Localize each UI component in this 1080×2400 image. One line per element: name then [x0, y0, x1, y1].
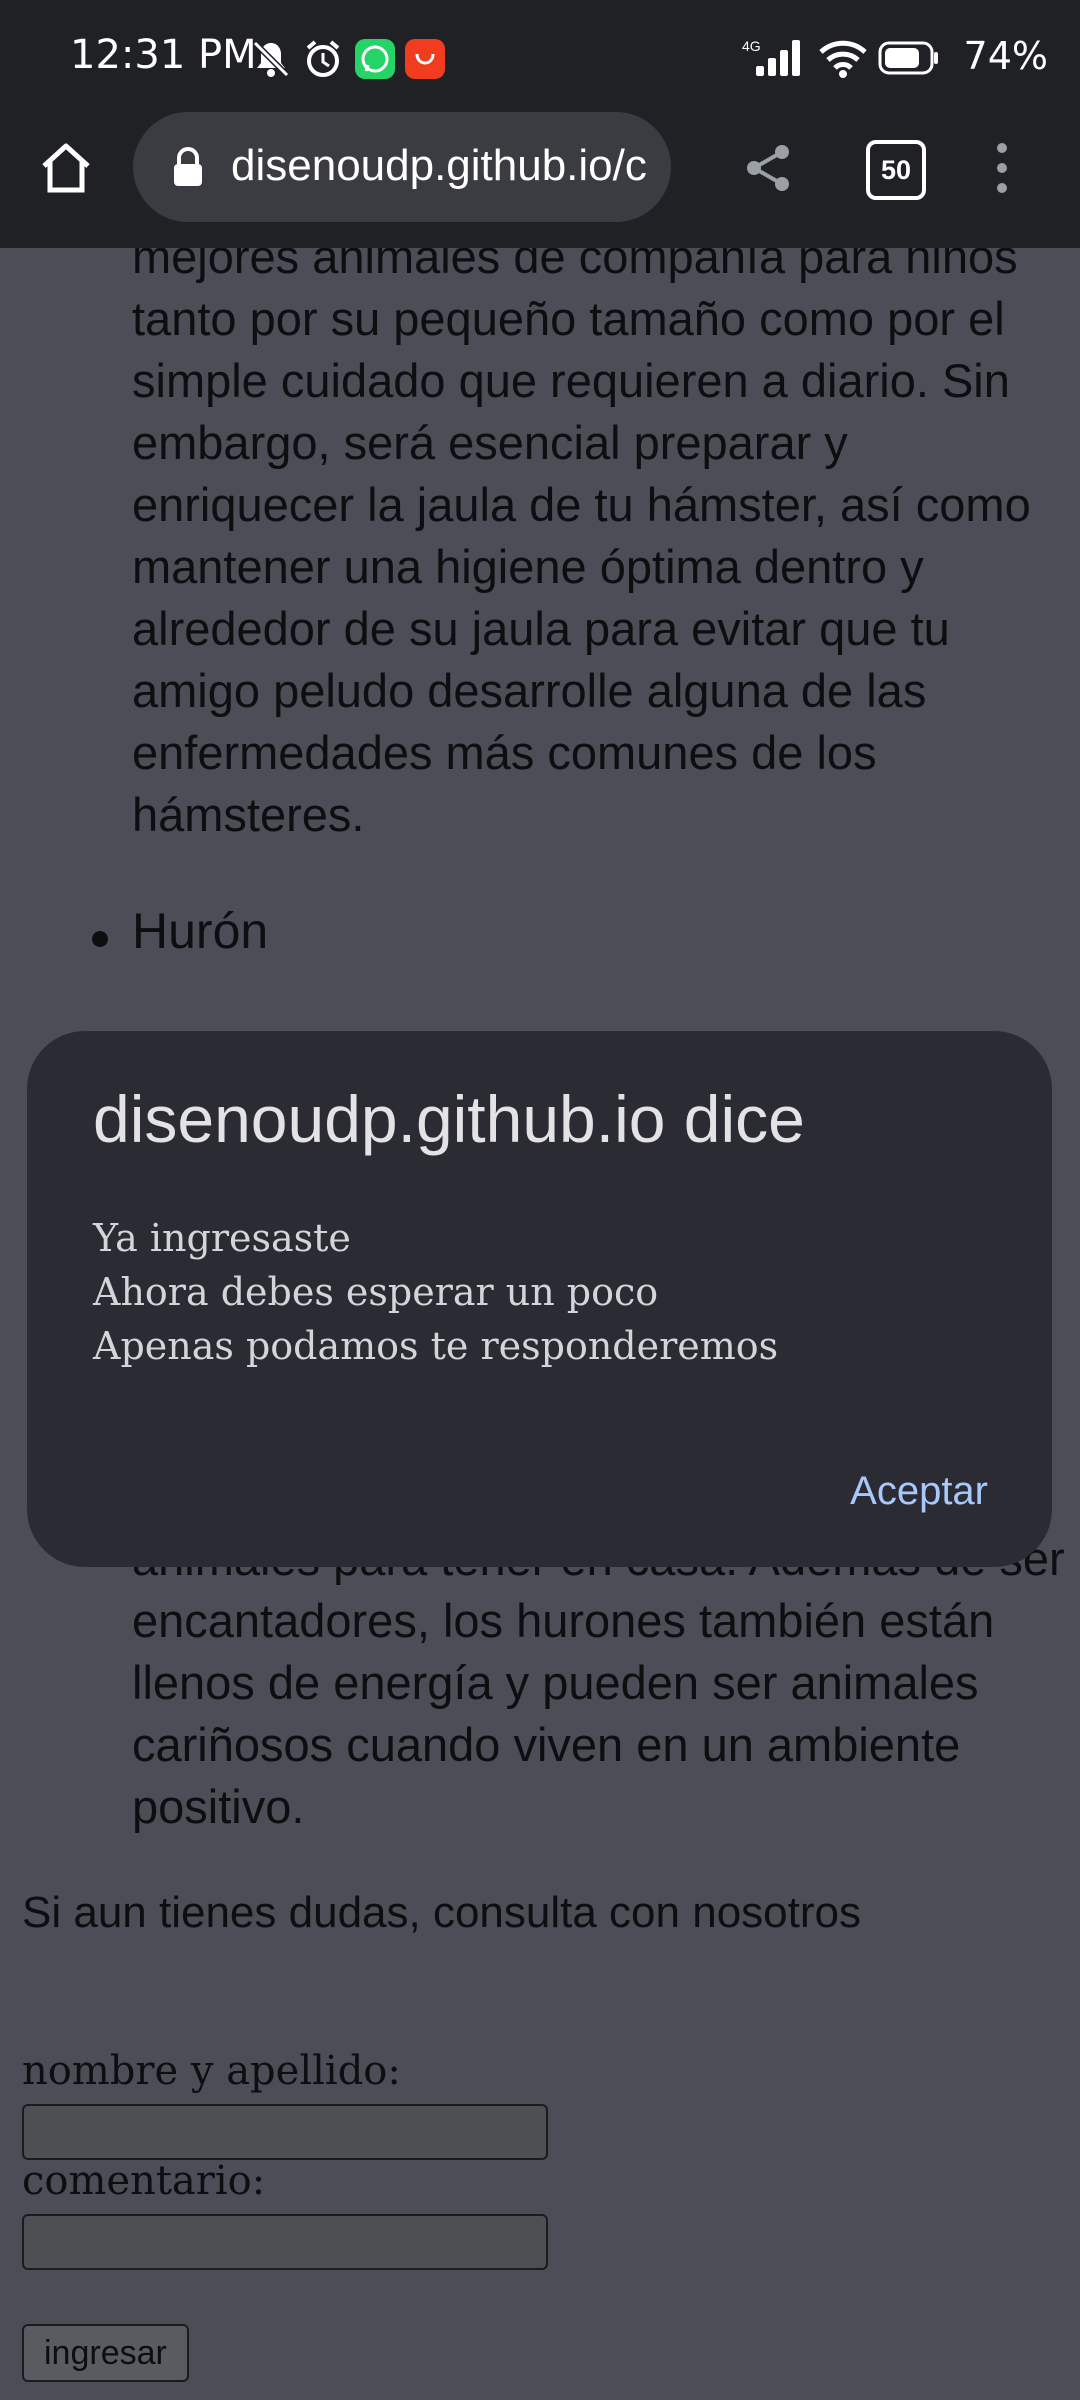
- tabs-button[interactable]: 50: [866, 140, 926, 200]
- alert-dialog: disenoudp.github.io dice Ya ingresaste A…: [27, 1031, 1052, 1567]
- comment-label: comentario:: [22, 2158, 266, 2204]
- signal-icon: [756, 40, 800, 76]
- more-menu-icon[interactable]: [990, 140, 1014, 196]
- dialog-message-line: Apenas podamos te responderemos: [93, 1324, 779, 1368]
- paragraph-hamster: mejores animales de compañía para niños …: [132, 248, 1031, 841]
- shopping-app-icon: [405, 39, 445, 79]
- dialog-title: disenoudp.github.io dice: [93, 1082, 805, 1156]
- battery-percent: 74%: [963, 34, 1048, 78]
- name-label: nombre y apellido:: [22, 2048, 401, 2094]
- submit-button[interactable]: ingresar: [22, 2324, 189, 2382]
- url-text[interactable]: disenoudp.github.io/c: [231, 141, 651, 191]
- home-icon[interactable]: [38, 140, 94, 196]
- address-bar[interactable]: disenoudp.github.io/c: [133, 112, 671, 222]
- accept-button[interactable]: Aceptar: [850, 1469, 988, 1514]
- mute-icon: [252, 40, 290, 78]
- lock-icon[interactable]: [171, 146, 205, 188]
- name-input[interactable]: [22, 2104, 548, 2160]
- dialog-message-line: Ahora debes esperar un poco: [93, 1270, 659, 1314]
- share-icon[interactable]: [742, 142, 794, 194]
- paragraph-huron: animales para tener en casa. Además de s…: [132, 1532, 1065, 1833]
- whatsapp-icon: [355, 39, 395, 79]
- bullet-marker: [92, 931, 108, 947]
- consult-text: Si aun tienes dudas, consulta con nosotr…: [22, 1888, 861, 1937]
- status-bar: 12:31 PM 4G 74%: [0, 0, 1080, 118]
- comment-input[interactable]: [22, 2214, 548, 2270]
- wifi-icon: [819, 40, 867, 78]
- list-item-huron: Hurón: [132, 903, 269, 959]
- battery-icon: [878, 41, 938, 75]
- alarm-icon: [306, 40, 340, 77]
- dialog-message-line: Ya ingresaste: [93, 1216, 351, 1260]
- status-time: 12:31 PM: [70, 32, 257, 78]
- dialog-message: Ya ingresaste Ahora debes esperar un poc…: [93, 1211, 778, 1373]
